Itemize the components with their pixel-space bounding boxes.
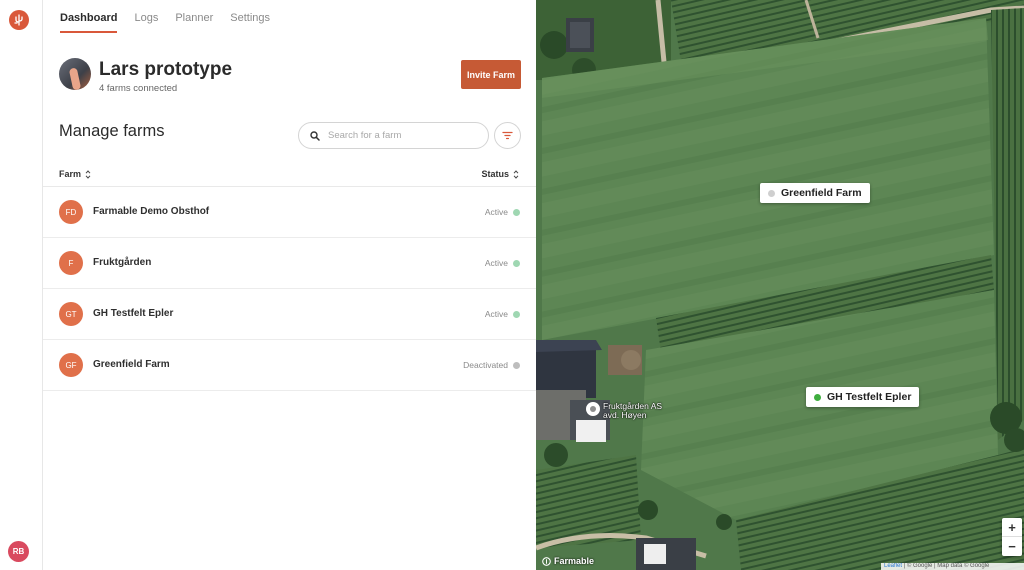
farm-initials-avatar: GF xyxy=(59,353,83,377)
search-input[interactable] xyxy=(328,130,478,141)
table-row[interactable]: GT GH Testfelt Epler Active xyxy=(43,289,536,340)
farm-initials-avatar: GT xyxy=(59,302,83,326)
tab-settings[interactable]: Settings xyxy=(230,12,270,33)
sort-icon xyxy=(513,169,519,179)
status-dot-icon xyxy=(513,361,520,369)
farmable-logo-icon xyxy=(542,556,551,566)
status-text: Deactivated xyxy=(463,360,508,370)
left-rail: RB xyxy=(0,0,43,570)
tab-logs[interactable]: Logs xyxy=(134,12,158,33)
leaflet-link[interactable]: Leaflet xyxy=(884,563,902,569)
farm-panel: Dashboard Logs Planner Settings Lars pro… xyxy=(43,0,536,570)
poi-label-line2: avd. Høyen xyxy=(603,410,647,420)
farm-name: Farmable Demo Obsthof xyxy=(93,206,210,217)
google-credit: © Google xyxy=(906,563,933,569)
location-pin-icon xyxy=(586,402,600,416)
tab-planner[interactable]: Planner xyxy=(175,12,213,33)
map-attribution: Leaflet | © Google | Map data © Google xyxy=(881,563,1024,570)
farm-initials-avatar: FD xyxy=(59,200,83,224)
status-badge: Active xyxy=(485,207,520,217)
status-text: Active xyxy=(484,258,508,268)
org-avatar xyxy=(59,58,91,90)
table-row[interactable]: GF Greenfield Farm Deactivated xyxy=(43,340,536,391)
farm-dot-icon xyxy=(768,189,775,197)
status-dot-icon xyxy=(513,310,520,318)
status-badge: Active xyxy=(485,258,520,268)
filter-button[interactable] xyxy=(494,122,521,149)
status-text: Active xyxy=(484,309,508,319)
farm-name: Greenfield Farm xyxy=(93,359,170,370)
watermark-text: Farmable xyxy=(554,556,595,566)
status-dot-icon xyxy=(513,259,520,267)
farm-name: Fruktgården xyxy=(93,257,152,268)
map-imagery xyxy=(536,0,1024,570)
invite-farm-button[interactable]: Invite Farm xyxy=(461,60,521,89)
map-label-text: Greenfield Farm xyxy=(781,187,862,199)
column-header-status[interactable]: Status xyxy=(481,169,519,179)
table-row[interactable]: FD Farmable Demo Obsthof Active xyxy=(43,187,536,238)
status-badge: Active xyxy=(485,309,520,319)
search-icon xyxy=(310,130,320,141)
main-tabs: Dashboard Logs Planner Settings xyxy=(60,12,287,33)
sort-icon xyxy=(85,169,91,179)
column-header-farm[interactable]: Farm xyxy=(59,169,91,179)
search-box[interactable] xyxy=(298,122,489,149)
map-poi-fruktgarden[interactable]: Fruktgården AS avd. Høyen xyxy=(586,402,662,420)
farmable-logo-icon[interactable] xyxy=(9,10,29,30)
status-text: Active xyxy=(484,207,508,217)
column-header-label: Status xyxy=(481,169,509,179)
farm-name: GH Testfelt Epler xyxy=(93,308,174,319)
filter-icon xyxy=(502,131,513,140)
farms-connected-count: 4 farms connected xyxy=(99,83,178,94)
farm-dot-icon xyxy=(814,393,821,401)
farmable-watermark: Farmable xyxy=(542,556,594,566)
column-header-label: Farm xyxy=(59,169,82,179)
status-badge: Deactivated xyxy=(463,360,520,370)
zoom-out-button[interactable]: − xyxy=(1002,537,1022,556)
table-row[interactable]: F Fruktgården Active xyxy=(43,238,536,289)
user-avatar[interactable]: RB xyxy=(8,541,29,562)
farm-initials-avatar: F xyxy=(59,251,83,275)
status-dot-icon xyxy=(513,208,520,216)
tab-dashboard[interactable]: Dashboard xyxy=(60,12,118,33)
logo-glyph xyxy=(14,14,23,26)
section-title: Manage farms xyxy=(59,122,165,140)
map-label-text: GH Testfelt Epler xyxy=(827,391,912,403)
zoom-in-button[interactable]: + xyxy=(1002,518,1022,537)
poi-label: Fruktgården AS avd. Høyen xyxy=(603,402,662,420)
page-title: Lars prototype xyxy=(99,59,233,80)
map-data-credit: Map data © Google xyxy=(937,563,990,569)
satellite-map[interactable]: Greenfield Farm GH Testfelt Epler Fruktg… xyxy=(536,0,1024,570)
map-label-gh-testfelt-epler[interactable]: GH Testfelt Epler xyxy=(806,387,920,407)
zoom-control: + − xyxy=(1002,518,1022,556)
map-label-greenfield-farm[interactable]: Greenfield Farm xyxy=(760,183,870,203)
